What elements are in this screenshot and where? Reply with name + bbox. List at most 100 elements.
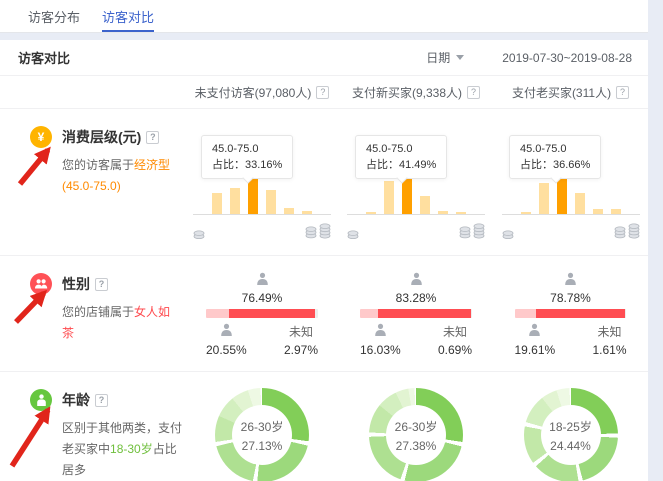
age-donut-repeat-buyers[interactable]: 18-25岁24.44% [493,372,648,481]
gender-chart: 78.78% 19.61% 未知1.61% [515,272,627,357]
male-share: 19.61% [515,323,556,357]
tooltip-share: 占比：33.16% [212,157,282,173]
age-donut-chart: 26-30岁27.38% [369,388,463,481]
help-icon[interactable]: ? [95,394,108,407]
female-percent: 76.49% [242,291,283,305]
yen-coin-icon: ¥ [30,126,52,148]
gender-label-block: 性别 ? 您的店铺属于女人如茶 [0,256,185,371]
gender-chart-unpaid[interactable]: 76.49% 20.55% 未知 2.97% [185,256,339,371]
female-icon [563,272,578,289]
help-icon[interactable]: ? [616,86,629,99]
spend-scale-icons [193,221,331,239]
gender-description: 您的店铺属于女人如茶 [62,302,182,344]
age-description: 区别于其他两类，支付老买家中18-30岁占比居多 [62,418,182,481]
unknown-segment [625,309,627,318]
tooltip-range: 45.0-75.0 [366,141,436,157]
consumption-chart-repeat-buyers[interactable]: 45.0-75.0占比：36.66% [493,109,648,255]
unknown-segment [471,309,472,318]
tab-bar: 访客分布访客对比 [0,0,648,33]
bar-chart [507,177,635,214]
tab-visitor-distribution[interactable]: 访客分布 [28,0,80,32]
age-donut-unpaid[interactable]: 26-30岁27.13% [185,372,339,481]
male-percent: 19.61% [515,343,556,357]
help-icon[interactable]: ? [316,86,329,99]
consumption-level-row: ¥ 消费层级(元) ? 您的访客属于经济型(45.0-75.0) 45.0-75… [0,109,648,256]
age-title: 年龄 ? [62,390,173,410]
low-spend-coin-icon [193,228,205,239]
age-donut-new-buyers[interactable]: 26-30岁27.38% [339,372,493,481]
gender-chart: 76.49% 20.55% 未知 2.97% [206,272,318,357]
tab-visitor-compare[interactable]: 访客对比 [102,0,154,32]
x-axis-line [502,214,640,215]
unknown-percent: 0.69% [438,343,472,357]
spend-scale-icons [502,221,640,239]
column-header-2: 支付老买家(311人)? [493,84,648,101]
help-icon[interactable]: ? [95,278,108,291]
male-icon [373,323,388,340]
gender-bottom-labels: 20.55% 未知 2.97% [206,323,318,357]
date-filter-dropdown[interactable]: 日期 [426,49,464,66]
bar-highlighted [248,177,258,214]
gender-chart-new-buyers[interactable]: 83.28% 16.03% 未知0.69% [339,256,493,371]
high-spend-coins-icon [459,221,485,239]
male-segment [515,309,537,318]
male-percent: 16.03% [360,343,401,357]
gender-bottom-labels: 16.03% 未知0.69% [360,323,472,357]
x-axis-line [347,214,485,215]
male-share: 20.55% [206,323,247,357]
high-spend-coins-icon [614,221,640,239]
bar [575,193,585,214]
gender-chart-repeat-buyers[interactable]: 78.78% 19.61% 未知1.61% [493,256,648,371]
people-icon [30,273,52,295]
tooltip-share: 占比：36.66% [520,157,590,173]
age-bracket-percent: 27.13% [242,439,283,453]
unknown-share: 未知1.61% [592,323,626,357]
bar-highlighted [402,177,412,214]
high-spend-coins-icon [305,221,331,239]
column-header-row: 未支付访客(97,080人)?支付新买家(9,338人)?支付老买家(311人)… [0,76,648,109]
tooltip-range: 45.0-75.0 [212,141,282,157]
consumption-label-block: ¥ 消费层级(元) ? 您的访客属于经济型(45.0-75.0) [0,109,185,255]
unknown-share: 未知0.69% [438,323,472,357]
male-share: 16.03% [360,323,401,357]
gender-desc-plain: 您的店铺属于 [62,305,134,319]
age-label-block: 年龄 ? 区别于其他两类，支付老买家中18-30岁占比居多 [0,372,185,481]
column-header-label: 未支付访客(97,080人) [195,84,312,101]
unknown-label: 未知 [289,323,313,340]
chevron-down-icon [456,55,464,60]
help-icon[interactable]: ? [467,86,480,99]
date-filter-label: 日期 [426,49,450,66]
consumption-desc-plain: 您的访客属于 [62,158,134,172]
bar [266,190,276,214]
bar [384,181,394,214]
gender-stacked-bar [360,309,472,318]
help-icon[interactable]: ? [146,131,159,144]
unknown-segment [315,309,318,318]
donut-center-label: 18-25岁24.44% [524,388,618,481]
bar-chart [198,177,326,214]
unknown-percent: 2.97% [284,343,318,357]
gender-title: 性别 ? [62,274,173,294]
female-share: 78.78% [515,272,627,305]
female-share: 83.28% [360,272,472,305]
age-bracket-percent: 24.44% [550,439,591,453]
gender-bottom-labels: 19.61% 未知1.61% [515,323,627,357]
male-percent: 20.55% [206,343,247,357]
bar [212,193,222,214]
consumption-chart-unpaid[interactable]: 45.0-75.0占比：33.16% [185,109,339,255]
visitor-compare-page: 访客分布访客对比 访客对比 日期 2019-07-30~2019-08-28 未… [0,0,663,481]
female-percent: 78.78% [550,291,591,305]
male-icon [219,323,234,340]
consumption-chart-new-buyers[interactable]: 45.0-75.0占比：41.49% [339,109,493,255]
female-segment [229,309,315,318]
bar-highlighted [557,177,567,214]
column-header-label: 支付老买家(311人) [512,84,611,101]
unknown-share: 未知 2.97% [284,323,318,357]
bar [420,196,430,214]
male-segment [206,309,229,318]
age-title-text: 年龄 [62,390,90,410]
female-segment [536,309,624,318]
share-tooltip: 45.0-75.0占比：36.66% [509,135,601,179]
column-header-0: 未支付访客(97,080人)? [185,84,339,101]
female-icon [409,272,424,289]
